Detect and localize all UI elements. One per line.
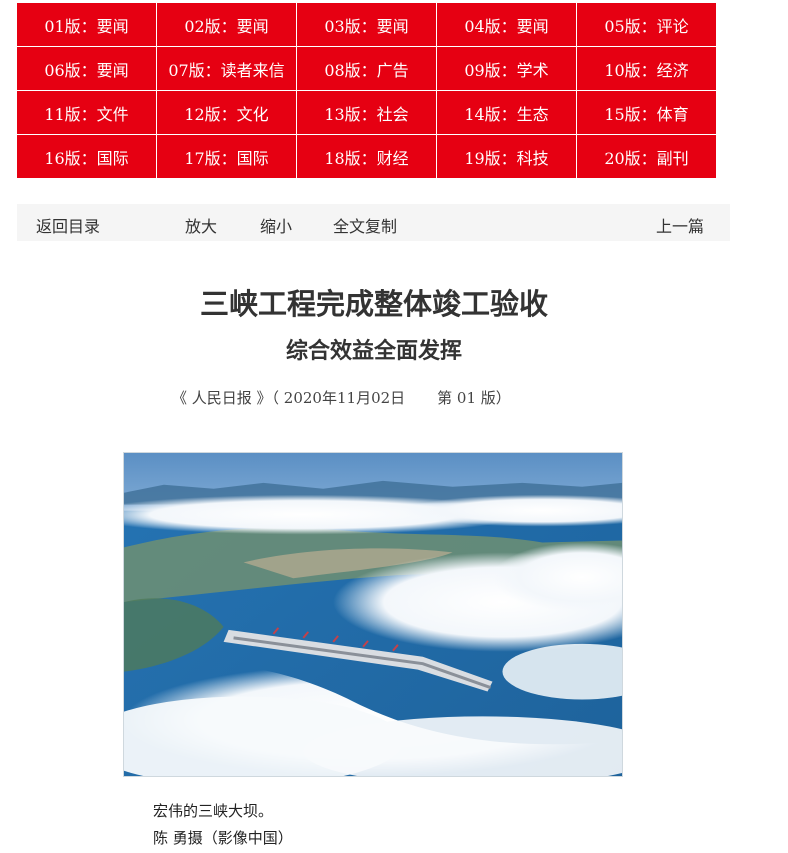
page-link-01[interactable]: 01版：要闻 [17, 3, 157, 47]
copy-all-link[interactable]: 全文复制 [333, 213, 397, 237]
page-link-15[interactable]: 15版：体育 [577, 91, 717, 135]
article-subtitle: 综合效益全面发挥 [285, 339, 462, 364]
photo-caption: 宏伟的三峡大坝。 [153, 802, 274, 820]
publication-source: 《 人民日报 》（ 2020年11月02日 [172, 389, 406, 407]
page-link-07[interactable]: 07版：读者来信 [157, 47, 297, 91]
page-link-04[interactable]: 04版：要闻 [437, 3, 577, 47]
page-link-10[interactable]: 10版：经济 [577, 47, 717, 91]
page-nav-grid: 01版：要闻 02版：要闻 03版：要闻 04版：要闻 05版：评论 06版：要… [17, 3, 717, 179]
page-link-19[interactable]: 19版：科技 [437, 135, 577, 179]
page-link-03[interactable]: 03版：要闻 [297, 3, 437, 47]
edition-number: 第 01 版） [437, 389, 511, 407]
page-link-18[interactable]: 18版：财经 [297, 135, 437, 179]
zoom-in-link[interactable]: 放大 [185, 213, 217, 237]
page-link-11[interactable]: 11版：文件 [17, 91, 157, 135]
page-link-14[interactable]: 14版：生态 [437, 91, 577, 135]
page-link-12[interactable]: 12版：文化 [157, 91, 297, 135]
page-link-08[interactable]: 08版：广告 [297, 47, 437, 91]
zoom-out-link[interactable]: 缩小 [260, 213, 292, 237]
page-link-20[interactable]: 20版：副刊 [577, 135, 717, 179]
article-title: 三峡工程完成整体竣工验收 [199, 287, 548, 321]
page-link-09[interactable]: 09版：学术 [437, 47, 577, 91]
page-link-02[interactable]: 02版：要闻 [157, 3, 297, 47]
article-toolbar: 返回目录 放大 缩小 全文复制 上一篇 [17, 204, 730, 241]
page-link-16[interactable]: 16版：国际 [17, 135, 157, 179]
back-to-index-link[interactable]: 返回目录 [36, 213, 100, 237]
article-meta: 《 人民日报 》（ 2020年11月02日 第 01 版） [172, 387, 511, 408]
page-link-17[interactable]: 17版：国际 [157, 135, 297, 179]
three-gorges-dam-image [124, 453, 622, 776]
photo-credit: 陈 勇摄（影像中国） [153, 829, 293, 847]
page-link-05[interactable]: 05版：评论 [577, 3, 717, 47]
article-photo [123, 452, 623, 777]
previous-article-link[interactable]: 上一篇 [656, 213, 704, 237]
page-link-06[interactable]: 06版：要闻 [17, 47, 157, 91]
page-link-13[interactable]: 13版：社会 [297, 91, 437, 135]
